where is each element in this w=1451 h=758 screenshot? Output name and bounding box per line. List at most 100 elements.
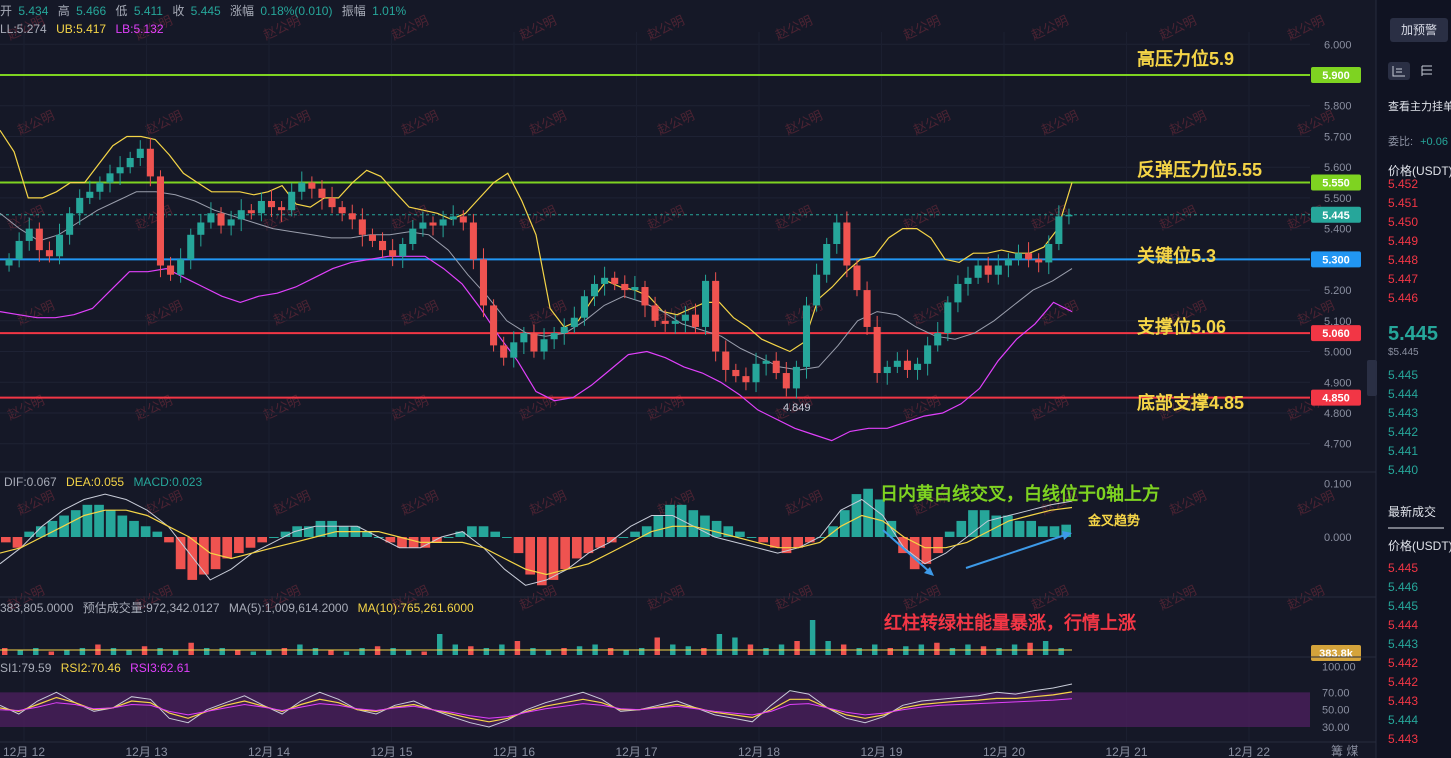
volume-bar [856,648,862,655]
candle-body [863,290,871,327]
volume-bar [281,648,288,655]
candle-body [348,213,356,220]
time-tick-label: 12月 21 [1105,745,1147,758]
candle-body [641,287,649,306]
candle-body [702,280,710,327]
bid-price: 5.443 [1388,406,1418,420]
macd-histogram-bar [746,537,757,538]
volume-bar [1042,641,1049,655]
volume-bar [48,651,55,655]
price-tick-label: 5.000 [1324,347,1352,359]
candle-body [762,360,770,364]
bid-price: 5.441 [1388,444,1418,458]
volume-bar [126,649,132,655]
volume-tag-label: 383.8k [1319,648,1354,660]
macd-histogram-bar [653,515,664,537]
add-alert-button[interactable]: 加预警 [1390,18,1448,42]
macd-histogram-bar [595,537,605,548]
macd-histogram-bar [152,531,163,537]
rsi-tick-label: 70.00 [1322,687,1350,699]
candle-body [570,317,578,327]
candle-body [217,213,225,226]
candle-body [712,280,720,352]
vol-ma5: MA(5):1,009,614.2000 [229,601,349,615]
high-value: 5.466 [76,4,106,18]
macd-histogram-bar [1003,515,1013,537]
volume-bar [1027,642,1033,655]
candle-body [187,234,195,260]
candle-body [267,200,276,208]
time-tick-label: 12月 16 [493,745,535,758]
volume-bar [1058,648,1064,655]
candle-body [853,265,861,291]
vol-ma10: MA(10):765,261.6000 [358,601,474,615]
candle-body [661,320,669,324]
candle-body [782,373,790,389]
time-tick-label: 12月 15 [370,745,412,758]
ask-price: 5.447 [1388,272,1418,286]
candle-body [974,265,982,278]
list-icon-button[interactable] [1388,62,1410,80]
time-tick-label: 12月 14 [248,745,290,758]
trading-chart[interactable]: 赵公明 赵公明 赵公明 赵公明 赵公明 赵公明 赵公明 赵公明 赵公明 赵公明 赵公明赵公明 赵公明赵… [0,0,1451,758]
low-label: 低 [115,4,127,18]
candle-body [136,148,144,158]
volume-bar [980,646,987,655]
candle-body [580,296,588,318]
candle-body [116,167,124,174]
candle-body [903,360,911,370]
trade-price: 5.445 [1388,599,1418,613]
time-tick-label: 12月 22 [1228,745,1270,758]
trade-price: 5.442 [1388,656,1418,670]
candle-body [197,222,205,235]
macd-histogram-bar [618,537,629,538]
volume-bar [468,646,474,655]
candle-body [338,207,346,214]
macd-histogram-bar [1,537,11,543]
candle-body [722,351,730,370]
candle-body [934,333,942,346]
x-axis-tail: 篝 煤 [1331,743,1358,758]
volume-bar [732,637,738,655]
volume-bar [996,648,1002,655]
candle-body [1004,259,1012,266]
macd-histogram-bar [234,537,244,554]
price-tick-label: 6.000 [1324,39,1352,51]
panel-collapse-handle[interactable] [1367,360,1377,396]
ohlc-info: 开 5.434 高 5.466 低 5.411 收 5.445 涨幅 0.18%… [0,3,407,18]
candle-body [237,210,245,220]
price-tick-label: 5.400 [1324,224,1352,236]
candle-body [288,191,296,211]
price-tick-label: 5.800 [1324,101,1352,113]
macd-histogram-bar [571,537,582,559]
candle-body [45,250,53,257]
boll-info: LL:5.274 UB:5.417 LB:5.132 [0,22,164,36]
time-tick-label: 12月 20 [983,745,1025,758]
volume-bar [141,646,148,655]
candle-body [25,228,33,241]
macd-histogram-bar [199,537,209,575]
macd-histogram-bar [164,537,174,543]
volume-bar [903,646,909,655]
trade-price: 5.443 [1388,694,1418,708]
macd-histogram-bar [583,537,594,554]
candle-body [792,366,800,389]
macd-histogram-bar [12,537,23,548]
orderbook-price-header: 价格(USDT) [1388,163,1451,178]
annot-support: 支撑位5.06 [1136,316,1226,337]
candle-body [631,287,639,291]
macd-histogram-bar [129,520,139,537]
ask-price: 5.448 [1388,253,1418,267]
ask-price: 5.446 [1388,291,1418,305]
close-label: 收 [172,4,184,18]
commission-label: 委比: [1388,135,1413,148]
volume-bar [374,646,381,655]
vol-value: 383,805.0000 [0,601,74,615]
volume-bar [561,648,567,655]
trade-price: 5.443 [1388,732,1418,746]
macd-tick-label: 0.000 [1324,532,1352,544]
main-orders-link[interactable]: 查看主力挂单 [1388,99,1451,113]
amp-value: 1.01% [372,4,406,18]
candle-body [802,305,811,367]
candle-body [732,369,740,377]
